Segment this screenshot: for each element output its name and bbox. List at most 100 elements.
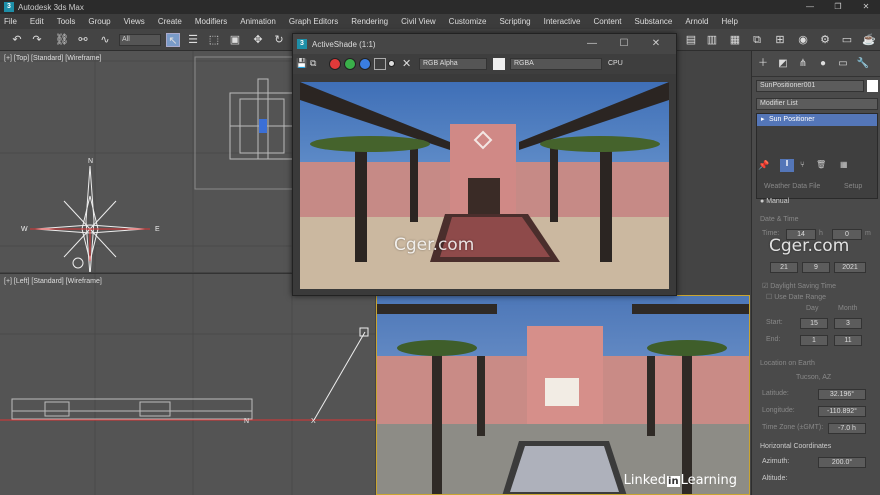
- menu-edit[interactable]: Edit: [30, 17, 44, 26]
- menu-group[interactable]: Group: [88, 17, 110, 26]
- azimuth-label: Azimuth:: [762, 458, 790, 465]
- remove-modifier-icon[interactable]: 🗑: [816, 160, 826, 169]
- pin-stack-icon[interactable]: 📌: [758, 160, 769, 171]
- month-spinner[interactable]: 9: [802, 262, 830, 273]
- azimuth-spinner[interactable]: 200.0°: [818, 457, 866, 468]
- select-by-name-icon[interactable]: ☰: [186, 33, 200, 47]
- menu-rendering[interactable]: Rendering: [351, 17, 388, 26]
- alpha-channel-icon[interactable]: [374, 58, 386, 70]
- render-setup-icon[interactable]: ⚙: [818, 33, 832, 47]
- show-end-result-icon[interactable]: ‖: [780, 159, 794, 172]
- top-viewport-label[interactable]: [+] [Top] [Standard] [Wireframe]: [4, 55, 101, 62]
- setup-button[interactable]: Setup: [844, 183, 862, 190]
- select-object-icon[interactable]: ↖: [166, 33, 180, 47]
- window-crossing-icon[interactable]: ▣: [228, 33, 242, 47]
- menu-arnold[interactable]: Arnold: [685, 17, 708, 26]
- menu-substance[interactable]: Substance: [635, 17, 673, 26]
- rendered-frame-window-icon[interactable]: ▭: [840, 33, 854, 47]
- utilities-tab-icon[interactable]: 🔧: [856, 57, 870, 71]
- menu-interactive[interactable]: Interactive: [544, 17, 581, 26]
- create-tab-icon[interactable]: ＋: [756, 57, 770, 71]
- stack-item-sun-positioner[interactable]: ▸ Sun Positioner: [757, 114, 877, 126]
- undo-icon[interactable]: ↶: [10, 33, 24, 47]
- menu-file[interactable]: File: [4, 17, 17, 26]
- bind-spacewarp-icon[interactable]: ∿: [98, 33, 112, 47]
- configure-sets-icon[interactable]: ▦: [840, 160, 848, 169]
- rotate-icon[interactable]: ↻: [272, 33, 286, 47]
- selection-filter-dropdown[interactable]: All: [119, 34, 161, 46]
- clear-icon[interactable]: ✕: [402, 58, 414, 70]
- menu-views[interactable]: Views: [124, 17, 145, 26]
- display-dropdown[interactable]: RGBA: [510, 58, 602, 70]
- timezone-spinner[interactable]: -7.0 h: [828, 423, 866, 434]
- curve-editor-icon[interactable]: ⧉: [750, 33, 764, 47]
- color-swatch[interactable]: [493, 58, 505, 70]
- perspective-viewport[interactable]: Linked in Learning: [376, 295, 750, 495]
- object-color-swatch[interactable]: [867, 80, 878, 92]
- menu-scripting[interactable]: Scripting: [499, 17, 530, 26]
- minimize-icon[interactable]: —: [576, 37, 608, 51]
- left-viewport-label[interactable]: [+] [Left] [Standard] [Wireframe]: [4, 278, 102, 285]
- menu-tools[interactable]: Tools: [57, 17, 76, 26]
- menu-customize[interactable]: Customize: [449, 17, 487, 26]
- modify-tab-icon[interactable]: ◩: [776, 57, 790, 71]
- move-icon[interactable]: ✥: [251, 33, 265, 47]
- toggle-ribbon-icon[interactable]: ▦: [728, 33, 742, 47]
- hierarchy-tab-icon[interactable]: ⋔: [796, 57, 810, 71]
- menu-help[interactable]: Help: [721, 17, 737, 26]
- end-day-spinner[interactable]: 1: [800, 335, 828, 346]
- green-channel-icon[interactable]: [344, 58, 356, 70]
- restore-icon[interactable]: ❐: [824, 0, 852, 14]
- monochrome-icon[interactable]: [388, 60, 395, 67]
- menu-create[interactable]: Create: [158, 17, 182, 26]
- link-icon[interactable]: ⛓: [55, 33, 69, 47]
- start-day-spinner[interactable]: 15: [800, 318, 828, 329]
- modifier-list-dropdown[interactable]: Modifier List: [756, 98, 878, 110]
- weather-data-option[interactable]: Weather Data File: [764, 183, 820, 190]
- close-icon[interactable]: ✕: [640, 37, 672, 51]
- maximize-icon[interactable]: ☐: [608, 37, 640, 51]
- longitude-spinner[interactable]: -110.892°: [818, 406, 866, 417]
- material-editor-icon[interactable]: ◉: [796, 33, 810, 47]
- motion-tab-icon[interactable]: ●: [816, 57, 830, 71]
- use-date-range-checkbox[interactable]: ☐ Use Date Range: [766, 293, 826, 301]
- red-channel-icon[interactable]: [329, 58, 341, 70]
- day-spinner[interactable]: 21: [770, 262, 798, 273]
- sun-direction-line: [313, 331, 366, 421]
- make-unique-icon[interactable]: ⑂: [800, 160, 805, 169]
- save-image-icon[interactable]: 💾: [296, 58, 308, 70]
- menu-graph-editors[interactable]: Graph Editors: [289, 17, 338, 26]
- menu-modifiers[interactable]: Modifiers: [195, 17, 227, 26]
- redo-icon[interactable]: ↷: [30, 33, 44, 47]
- close-icon[interactable]: ✕: [852, 0, 880, 14]
- object-name-field[interactable]: SunPositioner001: [756, 80, 864, 92]
- end-month-spinner[interactable]: 11: [834, 335, 862, 346]
- display-tab-icon[interactable]: ▭: [836, 57, 850, 71]
- schematic-view-icon[interactable]: ⊞: [773, 33, 787, 47]
- manual-radio[interactable]: ● Manual: [760, 198, 789, 205]
- render-icon[interactable]: ☕: [862, 33, 876, 47]
- building-elevation: [11, 398, 253, 420]
- menu-animation[interactable]: Animation: [240, 17, 276, 26]
- expand-icon[interactable]: ▸: [761, 114, 765, 126]
- latitude-spinner[interactable]: 32.196°: [818, 389, 866, 400]
- menu-civil-view[interactable]: Civil View: [401, 17, 436, 26]
- channel-dropdown[interactable]: RGB Alpha: [419, 58, 487, 70]
- menu-content[interactable]: Content: [594, 17, 622, 26]
- activeshade-window[interactable]: 3 ActiveShade (1:1) — ☐ ✕ 💾 ⧉ ✕ RGB Alph…: [292, 33, 677, 296]
- start-month-spinner[interactable]: 3: [834, 318, 862, 329]
- rectangular-selection-icon[interactable]: ⬚: [207, 33, 221, 47]
- layer-explorer-icon[interactable]: ▥: [705, 33, 719, 47]
- minimize-icon[interactable]: —: [796, 0, 824, 14]
- activeshade-titlebar[interactable]: 3 ActiveShade (1:1) — ☐ ✕: [293, 34, 676, 54]
- year-spinner[interactable]: 2021: [834, 262, 866, 273]
- left-viewport[interactable]: N X [+] [Left] [Standard] [Wireframe]: [0, 273, 375, 495]
- unlink-icon[interactable]: ⚯: [76, 33, 90, 47]
- clone-window-icon[interactable]: ⧉: [310, 58, 322, 70]
- dst-checkbox[interactable]: ☑ Daylight Saving Time: [762, 282, 836, 290]
- compass-rose[interactable]: [30, 165, 150, 272]
- blue-channel-icon[interactable]: [359, 58, 371, 70]
- city-button[interactable]: Tucson, AZ: [796, 374, 831, 381]
- scene-explorer-icon[interactable]: ▤: [684, 33, 698, 47]
- longitude-label: Longitude:: [762, 407, 795, 414]
